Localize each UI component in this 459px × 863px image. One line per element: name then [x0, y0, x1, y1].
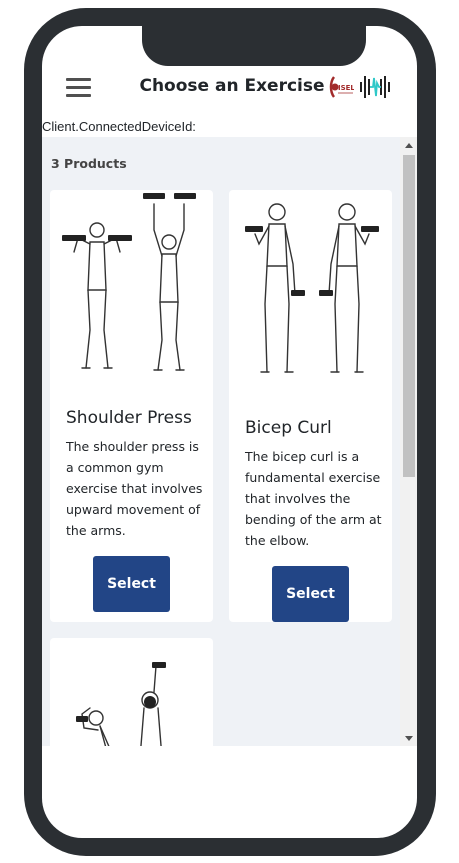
- product-card: Bicep Curl The bicep curl is a fundament…: [229, 190, 392, 622]
- scroll-down-arrow-icon[interactable]: [405, 736, 413, 741]
- product-count: 3 Products: [51, 156, 127, 171]
- product-list[interactable]: 3 Products Shoulder Press The shoulder p…: [42, 137, 417, 746]
- isel-logo-text: ISEL: [338, 84, 354, 92]
- connected-device-label: Client.ConnectedDeviceId:: [42, 119, 196, 134]
- select-button[interactable]: Select: [272, 566, 349, 622]
- page-title: Choose an Exercise: [139, 76, 325, 96]
- isel-logo: ISEL: [328, 74, 355, 100]
- app-screen: Choose an Exercise ISEL Client.Connected…: [42, 26, 417, 838]
- phone-notch: [142, 16, 366, 66]
- product-title: Shoulder Press: [66, 408, 192, 428]
- product-title: Bicep Curl: [245, 418, 332, 438]
- scroll-up-arrow-icon[interactable]: [405, 143, 413, 148]
- scrollbar-thumb[interactable]: [403, 155, 415, 477]
- product-card: Shoulder Press The shoulder press is a c…: [50, 190, 213, 622]
- shoulder-press-image: [62, 193, 196, 371]
- product-description: The shoulder press is a common gym exerc…: [66, 439, 203, 538]
- product-card: [50, 638, 213, 746]
- soundwave-logo-icon: [358, 72, 392, 102]
- product-description: The bicep curl is a fundamental exercise…: [245, 449, 382, 548]
- scrollbar[interactable]: [400, 137, 417, 746]
- hamburger-menu-icon[interactable]: [66, 78, 91, 98]
- product-image: [76, 662, 166, 746]
- select-button[interactable]: Select: [93, 556, 170, 612]
- bicep-curl-image: [245, 203, 379, 373]
